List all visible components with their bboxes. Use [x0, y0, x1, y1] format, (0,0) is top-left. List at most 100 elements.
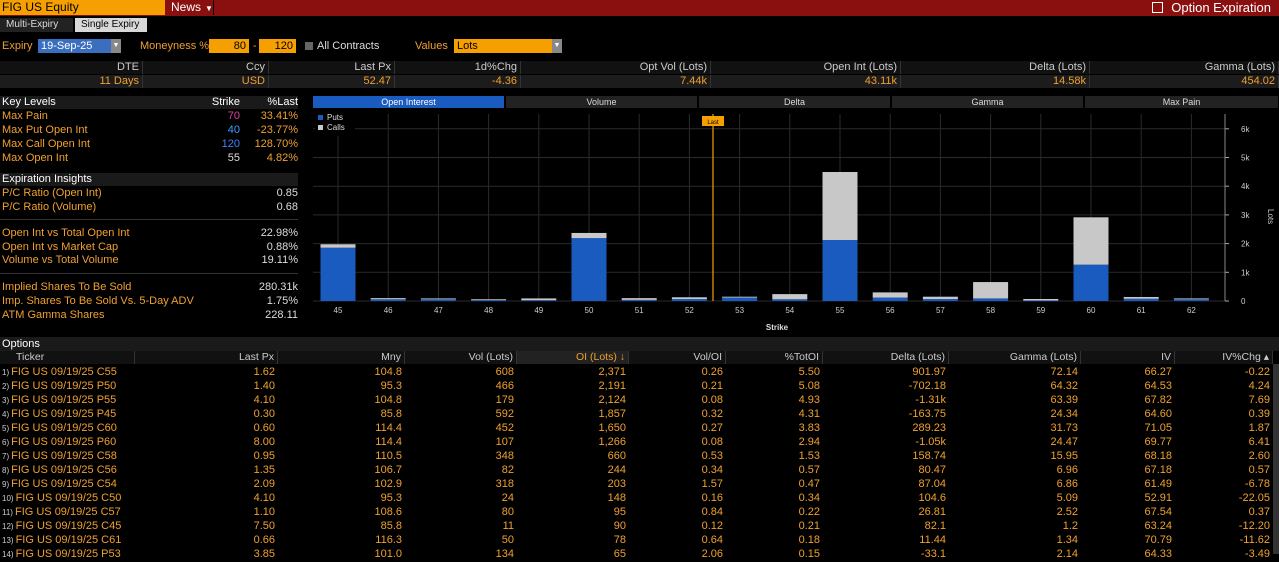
- column-header[interactable]: OI (Lots) ↓: [517, 351, 629, 364]
- scrollbar[interactable]: [1273, 364, 1279, 554]
- table-row[interactable]: 7) FIG US 09/19/25 C58 0.95 110.5 348 660 0.53…: [0, 449, 1279, 463]
- table-cell: 0.34: [701, 464, 723, 476]
- column-header[interactable]: IV: [1081, 351, 1175, 364]
- ticker-cell[interactable]: 2) FIG US 09/19/25 P50: [0, 379, 135, 393]
- tab-max-pain[interactable]: Max Pain: [1085, 96, 1279, 108]
- column-header[interactable]: Mny: [278, 351, 405, 364]
- ticker-cell[interactable]: 14) FIG US 09/19/25 P53: [0, 547, 135, 561]
- column-header[interactable]: Vol (Lots): [405, 351, 517, 364]
- column-header[interactable]: Vol/OI: [629, 351, 726, 364]
- table-cell: 6.41: [1248, 436, 1270, 448]
- table-cell: 114.4: [375, 422, 402, 434]
- tab-delta[interactable]: Delta: [699, 96, 891, 108]
- table-row[interactable]: 3) FIG US 09/19/25 P55 4.10 104.8 179 2,124 0.…: [0, 393, 1279, 407]
- key-level-max-oi[interactable]: Max Open Int 55 4.82%: [0, 152, 298, 165]
- table-cell: 0.37: [1248, 506, 1270, 518]
- table-row[interactable]: 10) FIG US 09/19/25 C50 4.10 95.3 24 148 0.16 0…: [0, 491, 1279, 505]
- ticker-cell[interactable]: 12) FIG US 09/19/25 C45: [0, 519, 135, 533]
- table-row[interactable]: 8) FIG US 09/19/25 C56 1.35 106.7 82 244 0.34 0…: [0, 463, 1279, 477]
- ticker-cell[interactable]: 13) FIG US 09/19/25 C61: [0, 533, 135, 547]
- table-row[interactable]: 12) FIG US 09/19/25 C45 7.50 85.8 11 90 0.12 0.…: [0, 519, 1279, 533]
- table-row[interactable]: 14) FIG US 09/19/25 P53 3.85 101.0 134 65 2.06…: [0, 547, 1279, 561]
- all-contracts-checkbox[interactable]: [305, 42, 313, 50]
- x-tick-label: 47: [434, 306, 443, 315]
- table-cell: 179: [495, 394, 514, 406]
- table-cell: 26.81: [918, 506, 946, 518]
- key-level-max-put-oi[interactable]: Max Put Open Int 40 -23.77%: [0, 124, 298, 137]
- x-tick-label: 45: [334, 306, 343, 315]
- tab-multi-expiry[interactable]: Multi-Expiry: [0, 18, 73, 32]
- stat-header: Last Px: [269, 61, 395, 74]
- chevron-down-icon[interactable]: ▼: [552, 39, 562, 53]
- ticker-cell[interactable]: 11) FIG US 09/19/25 C57: [0, 505, 135, 519]
- column-header[interactable]: Delta (Lots): [823, 351, 949, 364]
- table-cell: 78: [613, 534, 626, 546]
- ticker-cell[interactable]: 5) FIG US 09/19/25 C60: [0, 421, 135, 435]
- table-cell: 104.6: [918, 492, 946, 504]
- ticker-cell[interactable]: 6) FIG US 09/19/25 P60: [0, 435, 135, 449]
- table-cell: 67.54: [1144, 506, 1172, 518]
- chevron-down-icon[interactable]: ▼: [111, 39, 121, 53]
- moneyness-low-input[interactable]: 80: [209, 39, 249, 53]
- table-cell: 104.8: [374, 366, 402, 378]
- tab-single-expiry[interactable]: Single Expiry: [75, 18, 147, 32]
- row-number: 14): [2, 550, 14, 559]
- insight-row: P/C Ratio (Volume) 0.68: [0, 201, 298, 214]
- tab-gamma[interactable]: Gamma: [892, 96, 1084, 108]
- row-number: 2): [2, 382, 10, 391]
- ticker-cell[interactable]: 7) FIG US 09/19/25 C58: [0, 449, 135, 463]
- bar-puts-58: [973, 298, 1009, 301]
- external-link-icon[interactable]: [1152, 2, 1164, 13]
- table-row[interactable]: 6) FIG US 09/19/25 P60 8.00 114.4 107 1,266 0.…: [0, 435, 1279, 449]
- table-row[interactable]: 5) FIG US 09/19/25 C60 0.60 114.4 452 1,650 0.…: [0, 421, 1279, 435]
- ticker-cell[interactable]: 10) FIG US 09/19/25 C50: [0, 491, 135, 505]
- table-row[interactable]: 9) FIG US 09/19/25 C54 2.09 102.9 318 203 1.57…: [0, 477, 1279, 491]
- moneyness-high-input[interactable]: 120: [259, 39, 296, 53]
- row-number: 1): [2, 368, 10, 377]
- row-number: 6): [2, 438, 10, 447]
- table-cell: -702.18: [908, 380, 946, 392]
- ticker-label: FIG US 09/19/25 C61: [15, 534, 122, 546]
- column-header[interactable]: Ticker: [0, 351, 135, 364]
- ticker-label: FIG US 09/19/25 P50: [11, 380, 117, 392]
- y-tick-label: 1k: [1241, 268, 1250, 277]
- news-menu[interactable]: News ▼: [166, 0, 214, 15]
- column-header[interactable]: %TotOI: [726, 351, 823, 364]
- ticker-label: FIG US 09/19/25 C50: [15, 492, 122, 504]
- ticker-label: FIG US 09/19/25 P45: [11, 408, 117, 420]
- key-level-max-pain[interactable]: Max Pain 70 33.41%: [0, 110, 298, 123]
- column-header[interactable]: Gamma (Lots): [949, 351, 1081, 364]
- ticker-cell[interactable]: 9) FIG US 09/19/25 C54: [0, 477, 135, 491]
- table-cell: 104.8: [374, 394, 402, 406]
- ticker-label: FIG US 09/19/25 C60: [11, 422, 117, 434]
- column-header[interactable]: Last Px: [135, 351, 278, 364]
- table-row[interactable]: 13) FIG US 09/19/25 C61 0.66 116.3 50 78 0.64 0…: [0, 533, 1279, 547]
- table-row[interactable]: 1) FIG US 09/19/25 C55 1.62 104.8 608 2,371 0.…: [0, 365, 1279, 379]
- y-tick-label: 3k: [1241, 211, 1250, 220]
- tab-open-interest[interactable]: Open Interest: [313, 96, 505, 108]
- row-number: 3): [2, 396, 10, 405]
- table-row[interactable]: 2) FIG US 09/19/25 P50 1.40 95.3 466 2,191 0.2…: [0, 379, 1279, 393]
- table-row[interactable]: 11) FIG US 09/19/25 C57 1.10 108.6 80 95 0.84 0…: [0, 505, 1279, 519]
- insights-header: Expiration Insights: [0, 173, 298, 186]
- column-header[interactable]: IV%Chg ▴: [1175, 351, 1273, 364]
- table-cell: 0.60: [253, 422, 275, 434]
- table-cell: 68.18: [1144, 450, 1172, 462]
- ticker-cell[interactable]: 8) FIG US 09/19/25 C56: [0, 463, 135, 477]
- table-cell: 0.95: [253, 450, 275, 462]
- table-row[interactable]: 4) FIG US 09/19/25 P45 0.30 85.8 592 1,857 0.3…: [0, 407, 1279, 421]
- values-select[interactable]: Lots: [454, 39, 552, 53]
- table-cell: 348: [495, 450, 514, 462]
- expiry-select[interactable]: 19-Sep-25: [38, 39, 111, 53]
- ticker-cell[interactable]: 1) FIG US 09/19/25 C55: [0, 365, 135, 379]
- insight-label: P/C Ratio (Open Int): [2, 187, 102, 199]
- stat-value: 7.44k: [521, 75, 711, 88]
- security-field[interactable]: FIG US Equity: [0, 0, 165, 15]
- stat-header: 1d%Chg: [395, 61, 521, 74]
- ticker-cell[interactable]: 4) FIG US 09/19/25 P45: [0, 407, 135, 421]
- bar-calls-46: [370, 298, 406, 300]
- ticker-cell[interactable]: 3) FIG US 09/19/25 P55: [0, 393, 135, 407]
- key-level-max-call-oi[interactable]: Max Call Open Int 120 128.70%: [0, 138, 298, 151]
- tab-volume[interactable]: Volume: [506, 96, 698, 108]
- table-cell: -22.05: [1238, 492, 1270, 504]
